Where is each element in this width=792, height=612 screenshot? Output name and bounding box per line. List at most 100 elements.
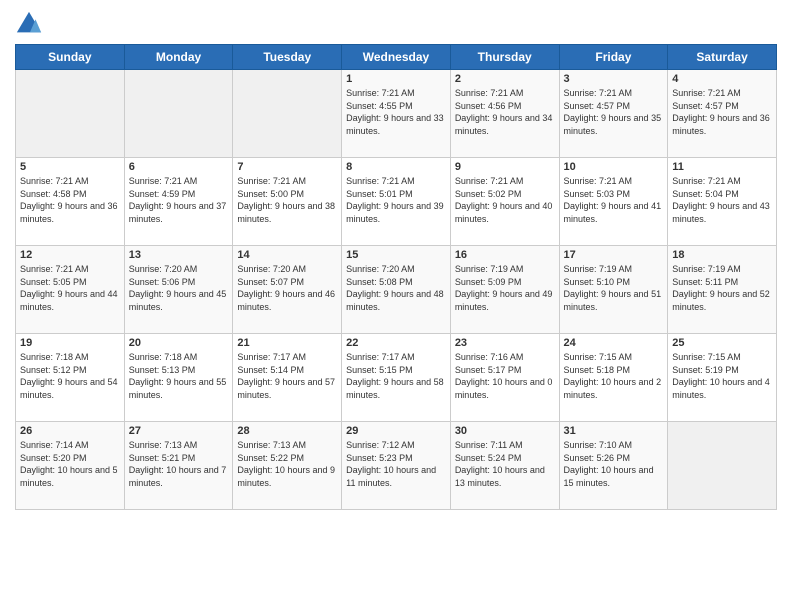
day-number: 31 <box>564 425 664 437</box>
calendar-header-row: SundayMondayTuesdayWednesdayThursdayFrid… <box>16 45 777 70</box>
day-info: Sunrise: 7:11 AM Sunset: 5:24 PM Dayligh… <box>455 439 555 489</box>
day-info: Sunrise: 7:20 AM Sunset: 5:06 PM Dayligh… <box>129 263 229 313</box>
calendar-day-header: Wednesday <box>342 45 451 70</box>
day-number: 19 <box>20 337 120 349</box>
day-number: 9 <box>455 161 555 173</box>
calendar-cell: 8 Sunrise: 7:21 AM Sunset: 5:01 PM Daylig… <box>342 158 451 246</box>
calendar-cell: 27Sunrise: 7:13 AM Sunset: 5:21 PM Dayli… <box>124 422 233 510</box>
calendar-cell <box>233 70 342 158</box>
page-container: SundayMondayTuesdayWednesdayThursdayFrid… <box>0 0 792 515</box>
calendar-cell: 9 Sunrise: 7:21 AM Sunset: 5:02 PM Daylig… <box>450 158 559 246</box>
calendar-cell: 14 Sunrise: 7:20 AM Sunset: 5:07 PM Dayli… <box>233 246 342 334</box>
day-number: 11 <box>672 161 772 173</box>
calendar-cell: 4 Sunrise: 7:21 AM Sunset: 4:57 PM Daylig… <box>668 70 777 158</box>
day-info: Sunrise: 7:21 AM Sunset: 4:57 PM Dayligh… <box>672 87 772 137</box>
calendar-day-header: Thursday <box>450 45 559 70</box>
calendar-cell: 26 Sunrise: 7:14 AM Sunset: 5:20 PM Dayli… <box>16 422 125 510</box>
day-number: 2 <box>455 73 555 85</box>
calendar-week-row: 1 Sunrise: 7:21 AM Sunset: 4:55 PM Daylig… <box>16 70 777 158</box>
calendar-day-header: Sunday <box>16 45 125 70</box>
day-info: Sunrise: 7:14 AM Sunset: 5:20 PM Dayligh… <box>20 439 120 489</box>
day-number: 15 <box>346 249 446 261</box>
calendar-cell: 25 Sunrise: 7:15 AM Sunset: 5:19 PM Dayli… <box>668 334 777 422</box>
day-info: Sunrise: 7:18 AM Sunset: 5:12 PM Dayligh… <box>20 351 120 401</box>
day-number: 13 <box>129 249 229 261</box>
calendar-cell <box>16 70 125 158</box>
day-number: 23 <box>455 337 555 349</box>
day-number: 1 <box>346 73 446 85</box>
day-info: Sunrise: 7:10 AM Sunset: 5:26 PM Dayligh… <box>564 439 664 489</box>
calendar-day-header: Friday <box>559 45 668 70</box>
calendar-cell: 7 Sunrise: 7:21 AM Sunset: 5:00 PM Daylig… <box>233 158 342 246</box>
day-number: 8 <box>346 161 446 173</box>
day-info: Sunrise: 7:20 AM Sunset: 5:08 PM Dayligh… <box>346 263 446 313</box>
header <box>15 10 777 38</box>
calendar-table: SundayMondayTuesdayWednesdayThursdayFrid… <box>15 44 777 510</box>
day-info: Sunrise: 7:21 AM Sunset: 5:00 PM Dayligh… <box>237 175 337 225</box>
calendar-week-row: 26 Sunrise: 7:14 AM Sunset: 5:20 PM Dayli… <box>16 422 777 510</box>
day-number: 12 <box>20 249 120 261</box>
day-info: Sunrise: 7:19 AM Sunset: 5:10 PM Dayligh… <box>564 263 664 313</box>
day-number: 7 <box>237 161 337 173</box>
calendar-cell: 18Sunrise: 7:19 AM Sunset: 5:11 PM Dayli… <box>668 246 777 334</box>
calendar-cell: 31 Sunrise: 7:10 AM Sunset: 5:26 PM Dayli… <box>559 422 668 510</box>
day-number: 5 <box>20 161 120 173</box>
calendar-cell: 24Sunrise: 7:15 AM Sunset: 5:18 PM Dayli… <box>559 334 668 422</box>
day-info: Sunrise: 7:17 AM Sunset: 5:14 PM Dayligh… <box>237 351 337 401</box>
day-info: Sunrise: 7:21 AM Sunset: 5:04 PM Dayligh… <box>672 175 772 225</box>
calendar-cell: 2 Sunrise: 7:21 AM Sunset: 4:56 PM Daylig… <box>450 70 559 158</box>
calendar-cell: 20 Sunrise: 7:18 AM Sunset: 5:13 PM Dayli… <box>124 334 233 422</box>
calendar-cell: 17 Sunrise: 7:19 AM Sunset: 5:10 PM Dayli… <box>559 246 668 334</box>
day-number: 20 <box>129 337 229 349</box>
day-number: 28 <box>237 425 337 437</box>
day-info: Sunrise: 7:21 AM Sunset: 5:03 PM Dayligh… <box>564 175 664 225</box>
calendar-cell: 10 Sunrise: 7:21 AM Sunset: 5:03 PM Dayli… <box>559 158 668 246</box>
day-info: Sunrise: 7:15 AM Sunset: 5:19 PM Dayligh… <box>672 351 772 401</box>
day-number: 10 <box>564 161 664 173</box>
calendar-day-header: Tuesday <box>233 45 342 70</box>
day-info: Sunrise: 7:18 AM Sunset: 5:13 PM Dayligh… <box>129 351 229 401</box>
day-info: Sunrise: 7:21 AM Sunset: 4:56 PM Dayligh… <box>455 87 555 137</box>
day-number: 18 <box>672 249 772 261</box>
calendar-cell: 6 Sunrise: 7:21 AM Sunset: 4:59 PM Daylig… <box>124 158 233 246</box>
day-number: 4 <box>672 73 772 85</box>
day-info: Sunrise: 7:21 AM Sunset: 4:55 PM Dayligh… <box>346 87 446 137</box>
day-number: 16 <box>455 249 555 261</box>
day-info: Sunrise: 7:16 AM Sunset: 5:17 PM Dayligh… <box>455 351 555 401</box>
day-number: 29 <box>346 425 446 437</box>
day-number: 25 <box>672 337 772 349</box>
calendar-cell: 23 Sunrise: 7:16 AM Sunset: 5:17 PM Dayli… <box>450 334 559 422</box>
calendar-day-header: Saturday <box>668 45 777 70</box>
day-number: 17 <box>564 249 664 261</box>
calendar-cell: 15 Sunrise: 7:20 AM Sunset: 5:08 PM Dayli… <box>342 246 451 334</box>
day-info: Sunrise: 7:21 AM Sunset: 4:59 PM Dayligh… <box>129 175 229 225</box>
calendar-week-row: 5Sunrise: 7:21 AM Sunset: 4:58 PM Daylig… <box>16 158 777 246</box>
day-number: 22 <box>346 337 446 349</box>
day-info: Sunrise: 7:20 AM Sunset: 5:07 PM Dayligh… <box>237 263 337 313</box>
calendar-cell <box>668 422 777 510</box>
day-number: 14 <box>237 249 337 261</box>
day-info: Sunrise: 7:21 AM Sunset: 5:02 PM Dayligh… <box>455 175 555 225</box>
calendar-day-header: Monday <box>124 45 233 70</box>
calendar-cell: 3 Sunrise: 7:21 AM Sunset: 4:57 PM Daylig… <box>559 70 668 158</box>
calendar-cell <box>124 70 233 158</box>
calendar-week-row: 12Sunrise: 7:21 AM Sunset: 5:05 PM Dayli… <box>16 246 777 334</box>
day-info: Sunrise: 7:21 AM Sunset: 5:01 PM Dayligh… <box>346 175 446 225</box>
calendar-cell: 19 Sunrise: 7:18 AM Sunset: 5:12 PM Dayli… <box>16 334 125 422</box>
logo-icon <box>15 10 43 38</box>
day-number: 21 <box>237 337 337 349</box>
day-number: 27 <box>129 425 229 437</box>
day-number: 3 <box>564 73 664 85</box>
day-number: 30 <box>455 425 555 437</box>
logo <box>15 10 47 38</box>
day-number: 26 <box>20 425 120 437</box>
day-info: Sunrise: 7:13 AM Sunset: 5:22 PM Dayligh… <box>237 439 337 489</box>
calendar-cell: 29Sunrise: 7:12 AM Sunset: 5:23 PM Dayli… <box>342 422 451 510</box>
calendar-cell: 28 Sunrise: 7:13 AM Sunset: 5:22 PM Dayli… <box>233 422 342 510</box>
calendar-cell: 5Sunrise: 7:21 AM Sunset: 4:58 PM Daylig… <box>16 158 125 246</box>
day-info: Sunrise: 7:21 AM Sunset: 4:57 PM Dayligh… <box>564 87 664 137</box>
calendar-cell: 1 Sunrise: 7:21 AM Sunset: 4:55 PM Daylig… <box>342 70 451 158</box>
calendar-cell: 22Sunrise: 7:17 AM Sunset: 5:15 PM Dayli… <box>342 334 451 422</box>
day-number: 24 <box>564 337 664 349</box>
day-number: 6 <box>129 161 229 173</box>
